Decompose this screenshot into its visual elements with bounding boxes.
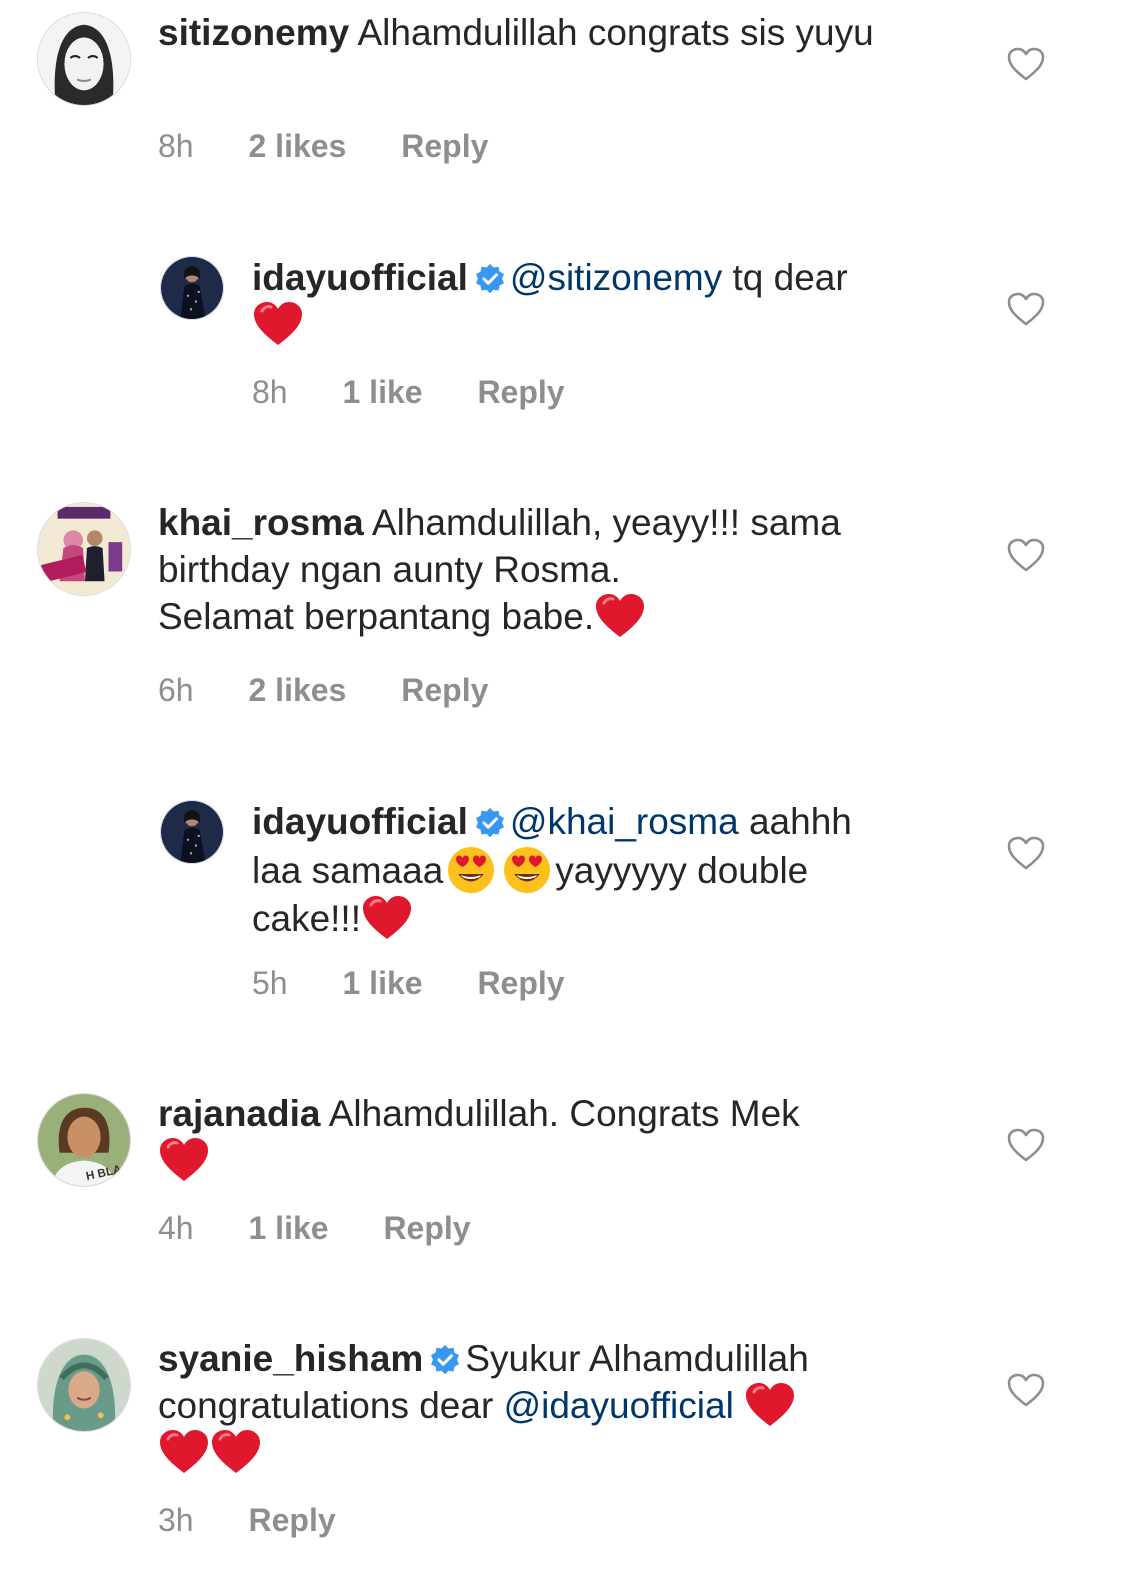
comment-text: yayyyyy double: [555, 850, 809, 891]
avatar[interactable]: [37, 12, 131, 106]
comment-meta: 4h 1 like Reply: [158, 1210, 517, 1247]
reply-button[interactable]: Reply: [401, 128, 488, 164]
reply-button[interactable]: Reply: [248, 1502, 335, 1538]
comment-body: khai_rosma Alhamdulillah, yeayy!!! sama …: [158, 499, 978, 640]
reply-button[interactable]: Reply: [477, 374, 564, 410]
comment-text: laa samaaa: [252, 850, 444, 891]
verified-badge-icon: [474, 263, 506, 295]
comment-meta: 5h 1 like Reply: [252, 965, 611, 1002]
likes-count[interactable]: 2 likes: [248, 672, 346, 708]
comment-text: birthday ngan aunty Rosma.: [158, 549, 621, 590]
reply-button[interactable]: Reply: [383, 1210, 470, 1246]
heart-eyes-emoji-icon: [502, 845, 552, 895]
heart-outline-icon[interactable]: [1006, 291, 1046, 327]
reply-button[interactable]: Reply: [401, 672, 488, 708]
comment-body: sitizonemy Alhamdulillah congrats sis yu…: [158, 9, 918, 56]
red-heart-emoji-icon: [158, 1137, 210, 1183]
comment-text: cake!!!: [252, 898, 361, 939]
avatar[interactable]: [160, 256, 224, 320]
heart-outline-icon[interactable]: [1006, 1127, 1046, 1163]
verified-badge-icon: [429, 1344, 461, 1376]
red-heart-emoji-icon: [252, 301, 304, 347]
likes-count[interactable]: 2 likes: [248, 128, 346, 164]
mention-link[interactable]: @khai_rosma: [510, 801, 739, 842]
avatar[interactable]: [37, 1338, 131, 1432]
reply-button[interactable]: Reply: [477, 965, 564, 1001]
red-heart-emoji-icon: [744, 1382, 796, 1428]
timestamp: 4h: [158, 1210, 194, 1246]
user-avatar-product-ad-icon: [38, 503, 130, 595]
timestamp: 6h: [158, 672, 194, 708]
likes-count[interactable]: 1 like: [248, 1210, 328, 1246]
comment-text: aahhh: [748, 801, 852, 842]
username[interactable]: sitizonemy: [158, 12, 349, 53]
comment-text: Alhamdulillah. Congrats Mek: [328, 1093, 800, 1134]
comment-meta: 6h 2 likes Reply: [158, 672, 534, 709]
red-heart-emoji-icon: [594, 593, 646, 639]
red-heart-emoji-icon: [361, 895, 413, 941]
heart-outline-icon[interactable]: [1006, 835, 1046, 871]
heart-outline-icon[interactable]: [1006, 1372, 1046, 1408]
username[interactable]: idayuofficial: [252, 257, 468, 298]
likes-count[interactable]: 1 like: [342, 374, 422, 410]
avatar[interactable]: H BLA: [37, 1093, 131, 1187]
likes-count[interactable]: 1 like: [342, 965, 422, 1001]
comment-text: Selamat berpantang babe.: [158, 596, 595, 637]
comment-text: congratulations dear: [158, 1385, 494, 1426]
comment-meta: 3h Reply: [158, 1502, 382, 1539]
timestamp: 3h: [158, 1502, 194, 1538]
avatar[interactable]: [37, 502, 131, 596]
username[interactable]: syanie_hisham: [158, 1338, 423, 1379]
username[interactable]: idayuofficial: [252, 801, 468, 842]
red-heart-emoji-icon: [158, 1429, 210, 1475]
comment-body: syanie_hisham Syukur Alhamdulillah congra…: [158, 1335, 958, 1476]
mention-link[interactable]: @idayuofficial: [504, 1385, 734, 1426]
heart-outline-icon[interactable]: [1006, 537, 1046, 573]
user-avatar-woman-icon: H BLA: [38, 1094, 130, 1186]
comment-meta: 8h 1 like Reply: [252, 374, 611, 411]
timestamp: 8h: [158, 128, 194, 164]
username[interactable]: khai_rosma: [158, 502, 364, 543]
user-avatar-woman-sketch-icon: [38, 13, 130, 105]
comment-text: Syukur Alhamdulillah: [465, 1338, 809, 1379]
timestamp: 5h: [252, 965, 288, 1001]
comment-body: rajanadia Alhamdulillah. Congrats Mek: [158, 1090, 958, 1184]
heart-eyes-emoji-icon: [446, 845, 496, 895]
comment-meta: 8h 2 likes Reply: [158, 128, 534, 165]
comment-body: idayuofficial @sitizonemy tq dear: [252, 254, 952, 348]
heart-outline-icon[interactable]: [1006, 46, 1046, 82]
mention-link[interactable]: @sitizonemy: [510, 257, 722, 298]
timestamp: 8h: [252, 374, 288, 410]
username[interactable]: rajanadia: [158, 1093, 320, 1134]
verified-badge-icon: [474, 807, 506, 839]
user-avatar-hijab-icon: [38, 1339, 130, 1431]
user-avatar-singer-icon: [161, 257, 223, 319]
user-avatar-singer-icon: [161, 801, 223, 863]
comment-text: Alhamdulillah, yeayy!!! sama: [371, 502, 841, 543]
comment-body: idayuofficial @khai_rosma aahhh laa samaa…: [252, 798, 972, 942]
red-heart-emoji-icon: [210, 1429, 262, 1475]
comment-text: tq dear: [732, 257, 848, 298]
comment-text: Alhamdulillah congrats sis yuyu: [357, 12, 874, 53]
avatar[interactable]: [160, 800, 224, 864]
